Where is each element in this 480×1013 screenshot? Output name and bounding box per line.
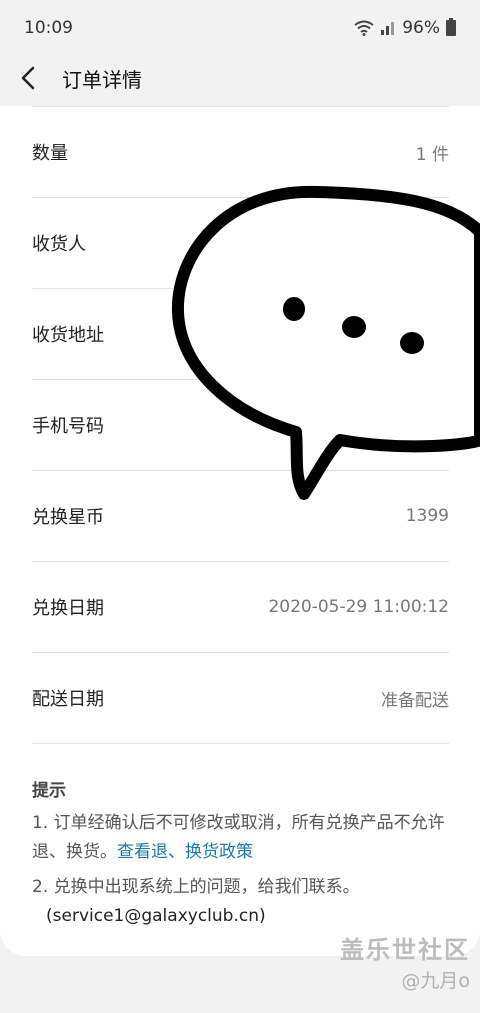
row-value: 1 件 (415, 144, 449, 165)
app-bar: 订单详情 (0, 56, 480, 100)
watermark-user: @九月o (401, 970, 470, 992)
page-title: 订单详情 (62, 67, 142, 92)
battery-icon (446, 18, 456, 36)
row-label: 手机号码 (32, 416, 104, 437)
return-policy-link[interactable]: 查看退、换货政策 (117, 842, 253, 862)
row-label: 收货人 (32, 234, 86, 255)
row-label: 收货地址 (32, 325, 104, 346)
row-value: 1399 (405, 506, 449, 526)
support-email: (service1@galaxyclub.cn) (46, 906, 266, 926)
tips-section: 提示 1. 订单经确认后不可修改或取消，所有兑换产品不允许退、换货。查看退、换货… (32, 776, 452, 937)
detail-row-delivery-date: 配送日期 准备配送 (32, 653, 449, 744)
speech-bubble-outline (171, 185, 480, 500)
tip-2-text: 2. 兑换中出现系统上的问题，给我们联系。 (32, 877, 360, 897)
watermark-logo: 盖乐世社区 (340, 936, 470, 964)
bubble-dot (283, 297, 305, 321)
row-value: 准备配送 (381, 690, 449, 711)
back-button[interactable] (0, 56, 56, 100)
tip-2: 2. 兑换中出现系统上的问题，给我们联系。 (service1@galaxycl… (32, 873, 452, 931)
speech-bubble-doodle (171, 185, 480, 500)
row-label: 配送日期 (32, 689, 104, 710)
status-icons: 96% (354, 18, 456, 38)
bubble-dot (342, 316, 366, 338)
tips-title: 提示 (32, 781, 66, 801)
wifi-icon (354, 20, 374, 36)
row-label: 数量 (32, 143, 68, 164)
battery-percent: 96% (402, 18, 440, 38)
row-label: 兑换日期 (32, 598, 104, 619)
bubble-dot (400, 332, 424, 354)
status-time: 10:09 (24, 18, 73, 38)
row-label: 兑换星币 (32, 507, 104, 528)
detail-row-exchange-date: 兑换日期 2020-05-29 11:00:12 (32, 562, 449, 653)
row-value: 2020-05-29 11:00:12 (268, 597, 449, 617)
tip-1: 1. 订单经确认后不可修改或取消，所有兑换产品不允许退、换货。查看退、换货政策 (32, 809, 452, 867)
status-bar: 10:09 96% (0, 0, 480, 56)
signal-icon (381, 22, 395, 35)
chevron-left-icon (21, 66, 35, 90)
